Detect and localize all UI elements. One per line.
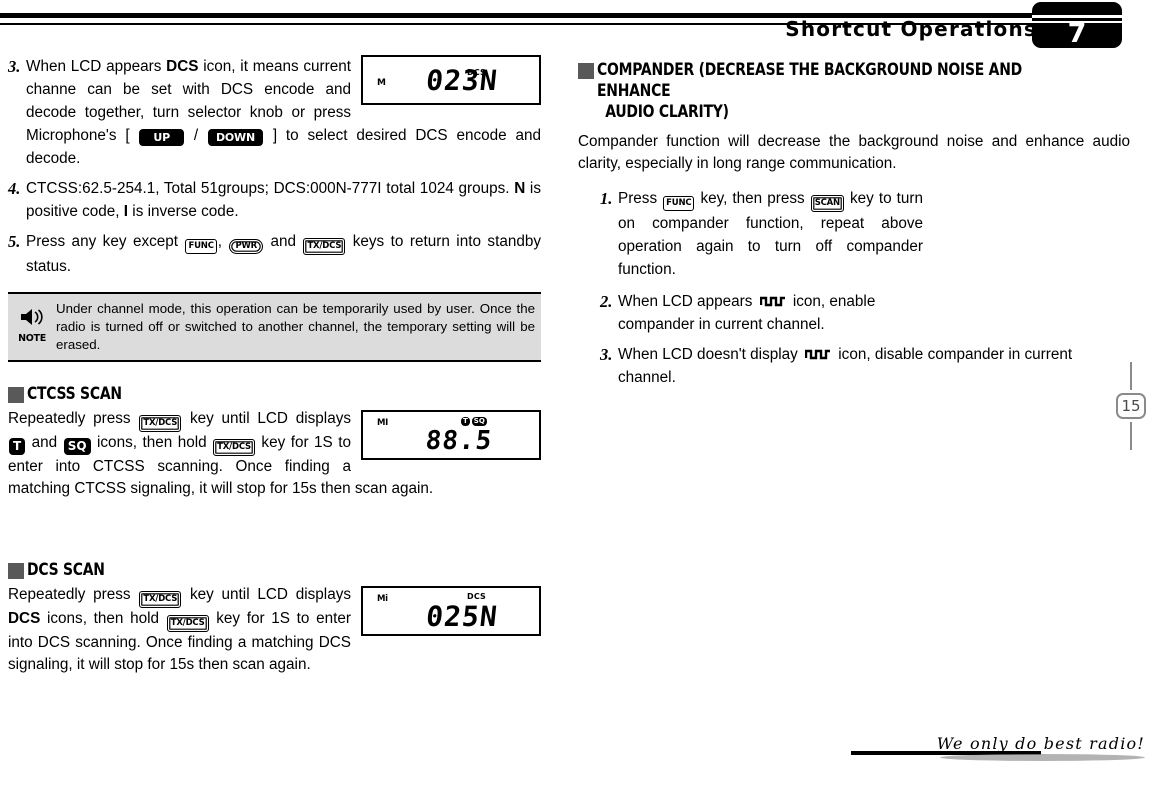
square-wave-icon <box>805 349 831 360</box>
page-title: Shortcut Operations <box>785 17 1037 41</box>
section-heading-dcs-scan: DCS SCAN <box>8 560 541 581</box>
step-number: 3. <box>8 57 21 76</box>
func-key-icon[interactable]: FUNC <box>663 196 695 211</box>
compander-steps: 1. Press FUNC key, then press SCAN key t… <box>578 187 1130 389</box>
c-step1-text-b: key, then press <box>695 190 810 207</box>
lcd-digits: 025N <box>424 600 500 633</box>
step5-text-c: and <box>264 233 303 250</box>
c-step2-text-a: When LCD appears <box>618 293 757 310</box>
step4-n-bold: N <box>514 180 526 197</box>
heading-text: COMPANDER (DECREASE THE BACKGROUND NOISE… <box>597 60 1034 123</box>
step-text: Press FUNC key, then press SCAN key to t… <box>618 187 923 281</box>
step5-text-b: , <box>217 233 229 250</box>
c-step3-text-a: When LCD doesn't display <box>618 346 803 363</box>
txdcs-key-icon-2[interactable]: TX/DCS <box>166 615 209 632</box>
note-box: NOTE Under channel mode, this operation … <box>8 292 541 362</box>
txdcs-key-icon-2[interactable]: TX/DCS <box>213 439 255 456</box>
up-button[interactable]: UP <box>139 129 185 146</box>
footer-slogan: We only do best radio! <box>936 734 1145 753</box>
chapter-tab: 7 <box>1032 2 1122 48</box>
lcd-tsq-icons: T SQ <box>461 417 487 426</box>
sq-badge-icon: SQ <box>63 438 91 455</box>
step-text: Press any key except FUNC, PWR and TX/DC… <box>26 230 541 278</box>
dcs-text-c: icons, then hold <box>40 610 166 627</box>
ctcss-text-b: key until LCD displays <box>182 410 352 427</box>
list-item: 1. Press FUNC key, then press SCAN key t… <box>600 187 1130 281</box>
speaker-icon <box>21 309 43 325</box>
lcd-t-icon: T <box>461 417 470 426</box>
heading-text: DCS SCAN <box>27 560 105 580</box>
step-number: 1. <box>600 189 613 208</box>
step-number: 3. <box>600 345 613 364</box>
lcd-display-ctcss-885: MI T SQ 88.5 <box>361 410 541 460</box>
txdcs-key-icon[interactable]: TX/DCS <box>139 415 182 432</box>
step-text: M DCS 023N When LCD appears DCS icon, it… <box>26 55 541 170</box>
txdcs-key-icon[interactable]: TX/DCS <box>139 591 182 608</box>
ctcss-text-c: and <box>26 434 63 451</box>
compander-heading-line2: AUDIO CLARITY) <box>605 102 729 122</box>
page-marker-line-top <box>1130 362 1132 390</box>
dcs-text-a: Repeatedly press <box>8 586 139 603</box>
lcd-digits: 023N <box>424 64 500 97</box>
chapter-number: 7 <box>1067 18 1087 49</box>
heading-text: CTCSS SCAN <box>27 384 122 404</box>
note-text: Under channel mode, this operation can b… <box>56 301 535 352</box>
dcs-bold: DCS <box>8 610 41 627</box>
footer-smudge <box>940 754 1145 761</box>
compander-intro: Compander function will decrease the bac… <box>578 133 1130 172</box>
scan-key-icon[interactable]: SCAN <box>810 195 844 212</box>
left-column: 3. M DCS 023N When LCD appears DCS icon,… <box>8 55 541 676</box>
txdcs-key-icon[interactable]: TX/DCS <box>303 238 346 255</box>
square-wave-icon <box>759 296 785 307</box>
ctcss-text-d: icons, then hold <box>91 434 213 451</box>
ctcss-text-a: Repeatedly press <box>8 410 139 427</box>
page-marker: 15 <box>1113 362 1149 450</box>
lcd-sq-icon: SQ <box>471 417 487 426</box>
step5-text-a: Press any key except <box>26 233 185 250</box>
list-item: 3. M DCS 023N When LCD appears DCS icon,… <box>8 55 541 170</box>
step-number: 2. <box>600 292 613 311</box>
func-key-icon[interactable]: FUNC <box>185 239 217 254</box>
step3-text-a: When LCD appears <box>26 58 167 75</box>
manual-page: Shortcut Operations 7 3. M DCS 023N When… <box>0 0 1155 787</box>
heading-bullet-square-icon <box>8 563 24 579</box>
heading-bullet-square-icon <box>8 387 24 403</box>
right-column: COMPANDER (DECREASE THE BACKGROUND NOISE… <box>578 60 1130 396</box>
step3-dcs-bold: DCS <box>166 58 199 75</box>
step-number: 4. <box>8 179 21 198</box>
lcd-digits: 88.5 <box>424 426 494 456</box>
heading-bullet-square-icon <box>578 63 594 79</box>
t-badge-icon: T <box>9 438 26 455</box>
step-number: 5. <box>8 232 21 251</box>
dcs-text-b: key until LCD displays <box>182 586 352 603</box>
note-label: NOTE <box>18 333 46 344</box>
step4-text-e: is inverse code. <box>128 203 239 220</box>
list-item: 4. CTCSS:62.5-254.1, Total 51groups; DCS… <box>8 177 541 223</box>
lcd-display-dcs-023: M DCS 023N <box>361 55 541 105</box>
step3-sep: / <box>185 127 207 144</box>
step-text: When LCD doesn't display icon, disable c… <box>618 343 1130 389</box>
section-heading-ctcss-scan: CTCSS SCAN <box>8 384 541 405</box>
c-step1-text-a: Press <box>618 190 663 207</box>
ctcss-scan-body: MI T SQ 88.5 Repeatedly press TX/DCS key… <box>8 408 541 500</box>
section-heading-compander: COMPANDER (DECREASE THE BACKGROUND NOISE… <box>578 60 1130 123</box>
page-marker-line-bottom <box>1130 422 1132 450</box>
lcd-display-dcs-025: Mi DCS 025N <box>361 586 541 636</box>
down-button[interactable]: DOWN <box>207 129 263 146</box>
list-item: 5. Press any key except FUNC, PWR and TX… <box>8 230 541 278</box>
note-icon-group: NOTE <box>12 307 52 344</box>
page-number: 15 <box>1116 393 1146 419</box>
list-item: 2. When LCD appears icon, enable compand… <box>600 290 1130 336</box>
step-text: CTCSS:62.5-254.1, Total 51groups; DCS:00… <box>26 177 541 223</box>
step-text: When LCD appears icon, enable compander … <box>618 290 948 336</box>
list-item: 3. When LCD doesn't display icon, disabl… <box>600 343 1130 389</box>
step4-text-a: CTCSS:62.5-254.1, Total 51groups; DCS:00… <box>26 180 515 197</box>
compander-heading-line1: COMPANDER (DECREASE THE BACKGROUND NOISE… <box>597 60 1022 101</box>
pwr-key-icon[interactable]: PWR <box>229 239 264 254</box>
dcs-scan-body: Mi DCS 025N Repeatedly press TX/DCS key … <box>8 584 541 676</box>
